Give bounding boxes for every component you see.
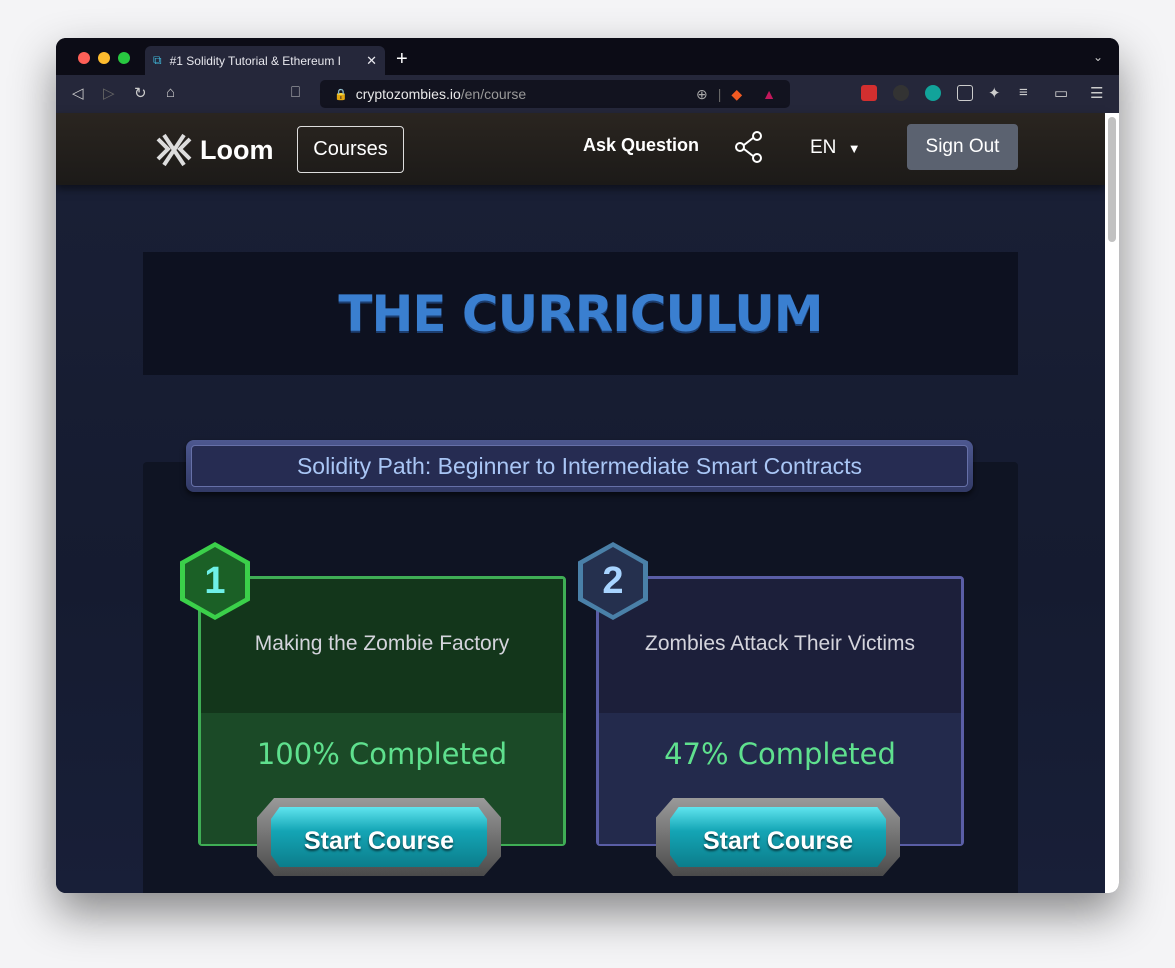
curriculum-banner: THE CURRICULUM xyxy=(143,252,1018,375)
courses-button[interactable]: Courses xyxy=(297,126,404,173)
start-course-button[interactable]: Start Course xyxy=(656,798,900,876)
share-icon[interactable] xyxy=(734,131,764,163)
ask-question-link[interactable]: Ask Question xyxy=(583,135,699,156)
menu-icon[interactable]: ☰ xyxy=(1090,84,1103,102)
lock-icon: 🔒 xyxy=(334,88,348,101)
loom-logo[interactable]: Loom xyxy=(154,133,274,167)
loom-logo-icon xyxy=(156,133,192,167)
wallet-icon[interactable]: ▭ xyxy=(1054,84,1068,102)
path-title-banner: Solidity Path: Beginner to Intermediate … xyxy=(186,440,973,492)
close-window-button[interactable] xyxy=(78,52,90,64)
extension-icon[interactable] xyxy=(893,85,909,101)
bookmark-icon[interactable]: ⎕ xyxy=(291,84,300,101)
web-page: Loom Courses Ask Question EN ▼ Sign Out … xyxy=(56,113,1105,893)
course-number: 1 xyxy=(204,559,226,602)
tab-bar: ⧉ #1 Solidity Tutorial & Ethereum I ✕ + … xyxy=(56,38,1119,75)
start-course-button[interactable]: Start Course xyxy=(257,798,501,876)
url-path: /en/course xyxy=(460,86,527,102)
course-title: Making the Zombie Factory xyxy=(201,579,563,713)
extension-icon[interactable] xyxy=(925,85,941,101)
site-header: Loom Courses Ask Question EN ▼ Sign Out xyxy=(56,113,1105,185)
brave-shield-icon[interactable]: ◆ xyxy=(731,86,742,103)
page-title: THE CURRICULUM xyxy=(338,284,823,343)
start-course-label: Start Course xyxy=(670,807,886,867)
address-bar[interactable]: 🔒 cryptozombies.io/en/course ⊕ | ◆ ▲ xyxy=(320,80,790,108)
scrollbar[interactable] xyxy=(1105,113,1119,893)
close-tab-icon[interactable]: ✕ xyxy=(366,53,377,69)
start-course-label: Start Course xyxy=(271,807,487,867)
brave-rewards-icon[interactable]: ▲ xyxy=(762,86,776,102)
browser-tab[interactable]: ⧉ #1 Solidity Tutorial & Ethereum I ✕ xyxy=(145,46,385,75)
playlist-icon[interactable]: ≡ xyxy=(1019,84,1028,101)
zoom-icon[interactable]: ⊕ xyxy=(696,86,708,103)
reload-icon[interactable]: ↻ xyxy=(134,84,147,102)
back-icon[interactable]: ◁ xyxy=(72,84,84,102)
caret-down-icon: ▼ xyxy=(847,141,861,156)
browser-toolbar: ◁ ▷ ↻ ⌂ ⎕ 🔒 cryptozombies.io/en/course ⊕… xyxy=(56,75,1119,113)
home-icon[interactable]: ⌂ xyxy=(166,84,175,101)
tab-title: #1 Solidity Tutorial & Ethereum I xyxy=(169,53,341,68)
url-host: cryptozombies.io xyxy=(355,86,461,102)
forward-icon[interactable]: ▷ xyxy=(103,84,115,102)
course-title: Zombies Attack Their Victims xyxy=(599,579,961,713)
language-label: EN xyxy=(810,137,837,158)
tab-list-chevron-icon[interactable]: ⌄ xyxy=(1093,50,1103,64)
logo-text: Loom xyxy=(200,134,274,165)
scrollbar-thumb[interactable] xyxy=(1108,117,1116,242)
language-dropdown[interactable]: EN ▼ xyxy=(810,137,861,159)
minimize-window-button[interactable] xyxy=(98,52,110,64)
site-favicon-icon: ⧉ xyxy=(153,53,162,67)
extension-icon[interactable] xyxy=(861,85,877,101)
browser-window: ⧉ #1 Solidity Tutorial & Ethereum I ✕ + … xyxy=(56,38,1119,893)
extensions-puzzle-icon[interactable]: ✦ xyxy=(988,84,1001,102)
new-tab-icon[interactable]: + xyxy=(396,48,408,71)
path-title: Solidity Path: Beginner to Intermediate … xyxy=(191,445,968,487)
course-number: 2 xyxy=(602,559,624,602)
sign-out-button[interactable]: Sign Out xyxy=(907,124,1018,170)
maximize-window-button[interactable] xyxy=(118,52,130,64)
extension-icon[interactable] xyxy=(957,85,973,101)
